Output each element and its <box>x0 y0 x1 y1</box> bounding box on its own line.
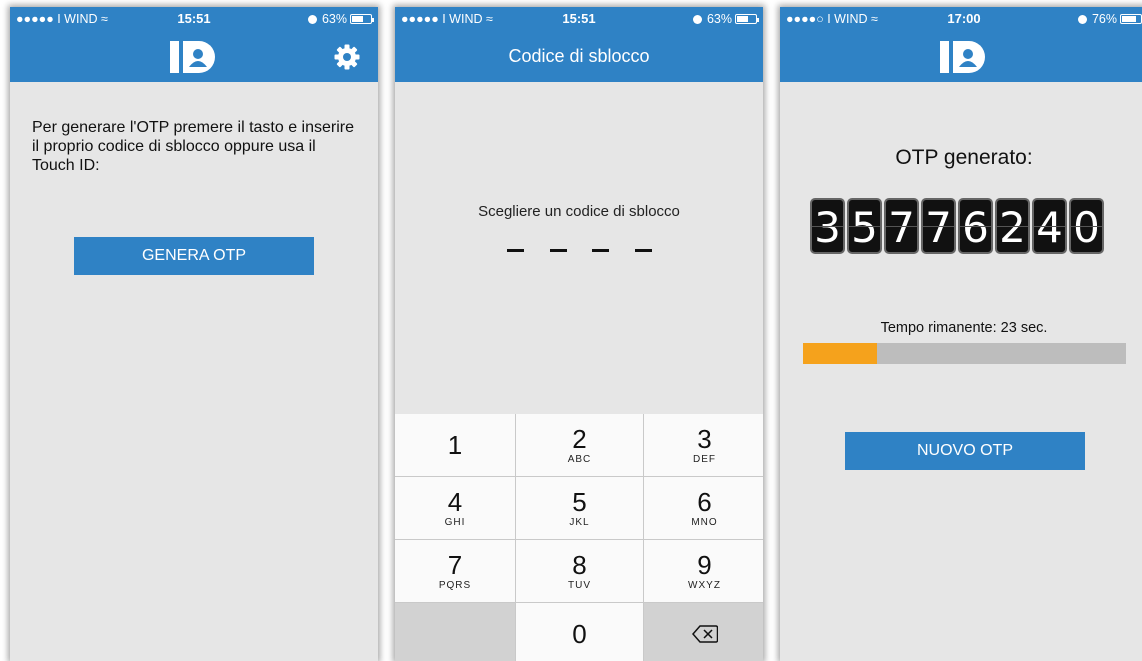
battery-percent: 76% <box>1091 12 1117 26</box>
id-badge-icon <box>170 41 215 73</box>
battery-percent: 63% <box>321 12 347 26</box>
key-3[interactable]: 3 DEF <box>644 414 763 476</box>
status-bar: ●●●●● I WIND ≈ 15:51 63% <box>10 7 378 31</box>
status-right: 63% <box>307 12 374 26</box>
otp-digit: 3 <box>810 198 845 254</box>
screen-unlock-code: ●●●●● I WIND ≈ 15:51 63% Codice di sbloc… <box>395 7 763 661</box>
gear-icon[interactable] <box>334 44 360 70</box>
progress-fill <box>803 343 878 364</box>
pin-prompt: Scegliere un codice di sblocco <box>478 203 680 220</box>
status-bar: ●●●●○ I WIND ≈ 17:00 76% <box>780 7 1142 31</box>
nav-bar <box>10 31 378 82</box>
battery-icon <box>350 14 374 24</box>
key-9[interactable]: 9 WXYZ <box>644 540 763 602</box>
screen-otp-generated: ●●●●○ I WIND ≈ 17:00 76% OTP generato: 3… <box>780 7 1142 661</box>
otp-title: OTP generato: <box>895 146 1033 169</box>
otp-digit: 5 <box>847 198 882 254</box>
otp-code: 3 5 7 7 6 2 4 0 <box>810 198 1104 254</box>
id-badge-icon <box>940 41 985 73</box>
pin-slot <box>634 249 652 252</box>
key-2[interactable]: 2 ABC <box>516 414 643 476</box>
alarm-icon <box>692 14 702 24</box>
genera-otp-button[interactable]: GENERA OTP <box>74 237 314 275</box>
otp-digit: 6 <box>958 198 993 254</box>
key-6[interactable]: 6 MNO <box>644 477 763 539</box>
screen-start: ●●●●● I WIND ≈ 15:51 63% Per generare l'… <box>10 7 378 661</box>
page-title: Codice di sblocco <box>508 46 650 66</box>
backspace-icon <box>691 624 718 643</box>
key-1[interactable]: 1 <box>395 414 515 476</box>
alarm-icon <box>1077 14 1087 24</box>
otp-digit: 2 <box>995 198 1030 254</box>
nav-bar <box>780 31 1142 82</box>
backspace-key[interactable] <box>644 603 763 661</box>
otp-digit: 0 <box>1069 198 1104 254</box>
battery-icon <box>735 14 759 24</box>
key-8[interactable]: 8 TUV <box>516 540 643 602</box>
key-7[interactable]: 7 PQRS <box>395 540 515 602</box>
pin-slot <box>592 249 610 252</box>
battery-icon <box>1120 14 1142 24</box>
key-empty <box>395 603 515 661</box>
nav-bar: Codice di sblocco <box>395 31 763 82</box>
key-5[interactable]: 5 JKL <box>516 477 643 539</box>
status-right: 63% <box>692 12 759 26</box>
pin-slot <box>549 249 567 252</box>
nuovo-otp-button[interactable]: NUOVO OTP <box>845 432 1085 470</box>
key-4[interactable]: 4 GHI <box>395 477 515 539</box>
numeric-keypad: 1 2 ABC 3 DEF 4 GHI 5 JKL 6 MNO 7 PQRS 8 TUV 9W… <box>395 414 763 661</box>
otp-digit: 4 <box>1032 198 1067 254</box>
remaining-time-progress <box>803 343 1126 364</box>
key-0[interactable]: 0 <box>516 603 643 661</box>
remaining-time-label: Tempo rimanente: 23 sec. <box>880 320 1048 336</box>
otp-digit: 7 <box>884 198 919 254</box>
status-bar: ●●●●● I WIND ≈ 15:51 63% <box>395 7 763 31</box>
alarm-icon <box>307 14 317 24</box>
pin-slot <box>507 249 524 252</box>
pin-indicator <box>507 239 652 252</box>
otp-digit: 7 <box>921 198 956 254</box>
battery-percent: 63% <box>706 12 732 26</box>
status-right: 76% <box>1077 12 1142 26</box>
intro-text: Per generare l'OTP premere il tasto e in… <box>32 119 355 174</box>
